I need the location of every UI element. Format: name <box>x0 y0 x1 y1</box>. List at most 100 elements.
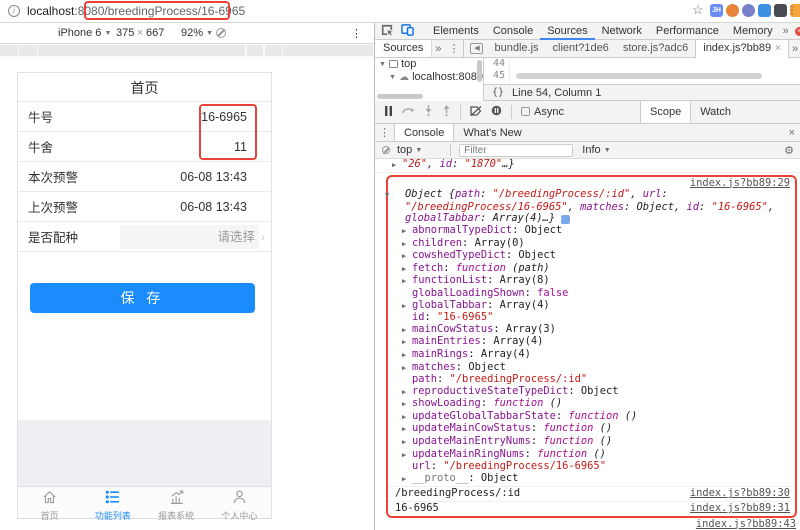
navigator-sources-tab[interactable]: Sources <box>375 40 433 57</box>
console-message-object-collapsed[interactable]: index.js?bb89:43 ▶Object {taici: 2, cow_… <box>375 518 800 530</box>
object-property[interactable]: ▶ __proto__: Object <box>395 472 790 486</box>
expand-arrow-icon[interactable]: ▶ <box>402 412 412 424</box>
more-file-tabs-icon[interactable]: » <box>789 43 800 55</box>
file-tab-client[interactable]: client?1de6 <box>546 40 616 58</box>
file-tab-index-active[interactable]: index.js?bb89 × <box>695 39 789 58</box>
editor-code-area[interactable] <box>510 58 800 84</box>
expand-arrow-icon[interactable]: ▶ <box>402 437 412 449</box>
step-out-icon[interactable] <box>442 105 451 119</box>
expand-arrow-icon[interactable]: ▶ <box>402 350 412 362</box>
file-tab-store[interactable]: store.js?adc6 <box>616 40 695 58</box>
error-badge[interactable]: ×2 <box>792 25 800 37</box>
drawer-menu-icon[interactable]: ⋮ <box>375 124 394 141</box>
expand-arrow-icon[interactable]: ▶ <box>402 337 412 349</box>
console-message-partial[interactable]: ▶ "26", id: "1870"…} <box>375 159 800 173</box>
pretty-print-icon[interactable]: {} <box>484 87 512 98</box>
step-into-icon[interactable] <box>424 105 433 119</box>
throttling-icon[interactable] <box>216 27 226 39</box>
tab-elements[interactable]: Elements <box>426 23 486 40</box>
viewport-height[interactable]: 667 <box>146 27 164 39</box>
field-value[interactable]: 06-08 13:43 <box>78 170 271 184</box>
dimension-separator: × <box>137 27 144 39</box>
expand-arrow-icon[interactable]: ▶ <box>402 325 412 337</box>
source-link[interactable]: index.js?bb89:31 <box>690 502 790 515</box>
expand-arrow-icon[interactable]: ▶ <box>402 226 412 238</box>
expand-arrow-icon[interactable]: ▶ <box>402 276 412 288</box>
tab-function-list[interactable]: 功能列表 <box>81 487 144 521</box>
close-file-tab-icon[interactable]: × <box>775 43 781 54</box>
source-link[interactable]: index.js?bb89:30 <box>690 488 790 500</box>
console-message-log[interactable]: /breedingProcess/:id index.js?bb89:30 <box>388 487 795 501</box>
navigator-menu-icon[interactable]: ⋮ <box>444 42 463 55</box>
tab-network[interactable]: Network <box>595 23 649 40</box>
tab-scope[interactable]: Scope <box>641 101 692 123</box>
drawer-close-icon[interactable]: × <box>784 124 800 141</box>
console-settings-icon[interactable]: ⚙ <box>784 144 800 157</box>
tab-watch[interactable]: Watch <box>691 101 740 123</box>
tab-memory[interactable]: Memory <box>726 23 780 40</box>
navigator-hscrollbar[interactable] <box>377 94 423 99</box>
field-value[interactable]: 11 <box>53 140 271 154</box>
device-toolbar-menu-icon[interactable]: ⋮ <box>351 27 362 40</box>
viewport-width[interactable]: 375 <box>116 27 134 39</box>
tab-console[interactable]: Console <box>486 23 540 40</box>
expand-arrow-icon[interactable]: ▶ <box>402 424 412 436</box>
device-select[interactable]: iPhone 6 ▼ <box>58 27 111 39</box>
file-tab-bundle[interactable]: bundle.js <box>487 40 545 58</box>
log-level-select[interactable]: Info ▼ <box>582 144 648 156</box>
inspect-element-icon[interactable] <box>375 24 397 39</box>
more-tabs-icon[interactable]: » <box>780 25 792 37</box>
extension-jh-icon[interactable]: JH <box>710 4 723 17</box>
tab-reports[interactable]: 报表系统 <box>145 487 208 521</box>
field-value[interactable]: 06-08 13:43 <box>78 200 271 214</box>
save-button[interactable]: 保 存 <box>30 283 255 313</box>
console-message-log[interactable]: 16-6965 index.js?bb89:31 <box>388 501 795 516</box>
select-placeholder[interactable]: 请选择 <box>120 224 259 249</box>
page-info-icon[interactable]: i <box>8 5 20 17</box>
async-checkbox[interactable]: Async <box>521 106 564 118</box>
expand-arrow-icon[interactable]: ▶ <box>402 450 412 462</box>
deactivate-breakpoints-icon[interactable] <box>470 105 482 119</box>
source-link[interactable]: index.js?bb89:43 <box>696 518 796 530</box>
tab-performance[interactable]: Performance <box>649 23 726 40</box>
source-editor[interactable]: 44 45 <box>484 58 800 84</box>
console-filter-input[interactable] <box>459 143 574 157</box>
expand-arrow-icon[interactable]: ▶ <box>402 399 412 411</box>
zoom-select[interactable]: 92% ▼ <box>181 27 213 39</box>
extension-shield-icon[interactable] <box>758 4 771 17</box>
tree-item-localhost[interactable]: ▼ ☁ localhost:8080 <box>375 71 483 84</box>
tab-home[interactable]: 首页 <box>18 487 81 521</box>
execution-context-select[interactable]: top ▼ <box>397 144 450 156</box>
browser-menu-icon[interactable]: ⋮ <box>786 3 798 17</box>
pause-on-exceptions-icon[interactable] <box>491 105 502 119</box>
bookmark-star-icon[interactable]: ☆ <box>692 2 704 18</box>
tab-profile[interactable]: 个人中心 <box>208 487 271 521</box>
tab-sources[interactable]: Sources <box>540 23 595 40</box>
sources-header-row: Sources » ⋮ ◀ bundle.js client?1de6 stor… <box>375 39 800 58</box>
field-value[interactable]: 16-6965 <box>53 110 271 124</box>
drawer-tab-console[interactable]: Console <box>394 124 455 141</box>
collapse-arrow-icon[interactable]: ▼ <box>385 190 405 202</box>
expand-arrow-icon[interactable]: ▶ <box>402 363 412 375</box>
expand-arrow-icon[interactable]: ▶ <box>402 239 412 251</box>
expand-arrow-icon[interactable]: ▶ <box>402 474 412 486</box>
form-row-breeding-select[interactable]: 是否配种 请选择 › <box>18 222 271 252</box>
tab-history-back-icon[interactable]: ◀ <box>470 43 484 54</box>
source-link[interactable]: index.js?bb89:29 <box>690 177 790 189</box>
expand-arrow-icon[interactable]: ▶ <box>402 301 412 313</box>
expand-arrow-icon[interactable]: ▶ <box>392 160 402 172</box>
extension-globe-icon[interactable] <box>742 4 755 17</box>
expand-arrow-icon[interactable]: ▶ <box>402 251 412 263</box>
navigator-vscrollbar[interactable] <box>477 60 482 82</box>
pause-script-icon[interactable] <box>384 105 393 119</box>
console-message-object[interactable]: index.js?bb89:29 ▼ Object {path: "/breedi… <box>385 177 795 488</box>
expand-arrow-icon[interactable]: ▶ <box>402 387 412 399</box>
drawer-tab-whats-new[interactable]: What's New <box>454 124 530 141</box>
expand-arrow-icon[interactable]: ▶ <box>402 264 412 276</box>
device-toggle-icon[interactable] <box>397 23 418 39</box>
navigator-more-icon[interactable]: » <box>432 43 444 55</box>
step-over-icon[interactable] <box>402 106 415 118</box>
tree-item-top[interactable]: ▼ top <box>375 58 483 71</box>
extension-orange-icon[interactable] <box>726 4 739 17</box>
clear-console-icon[interactable] <box>382 146 390 154</box>
